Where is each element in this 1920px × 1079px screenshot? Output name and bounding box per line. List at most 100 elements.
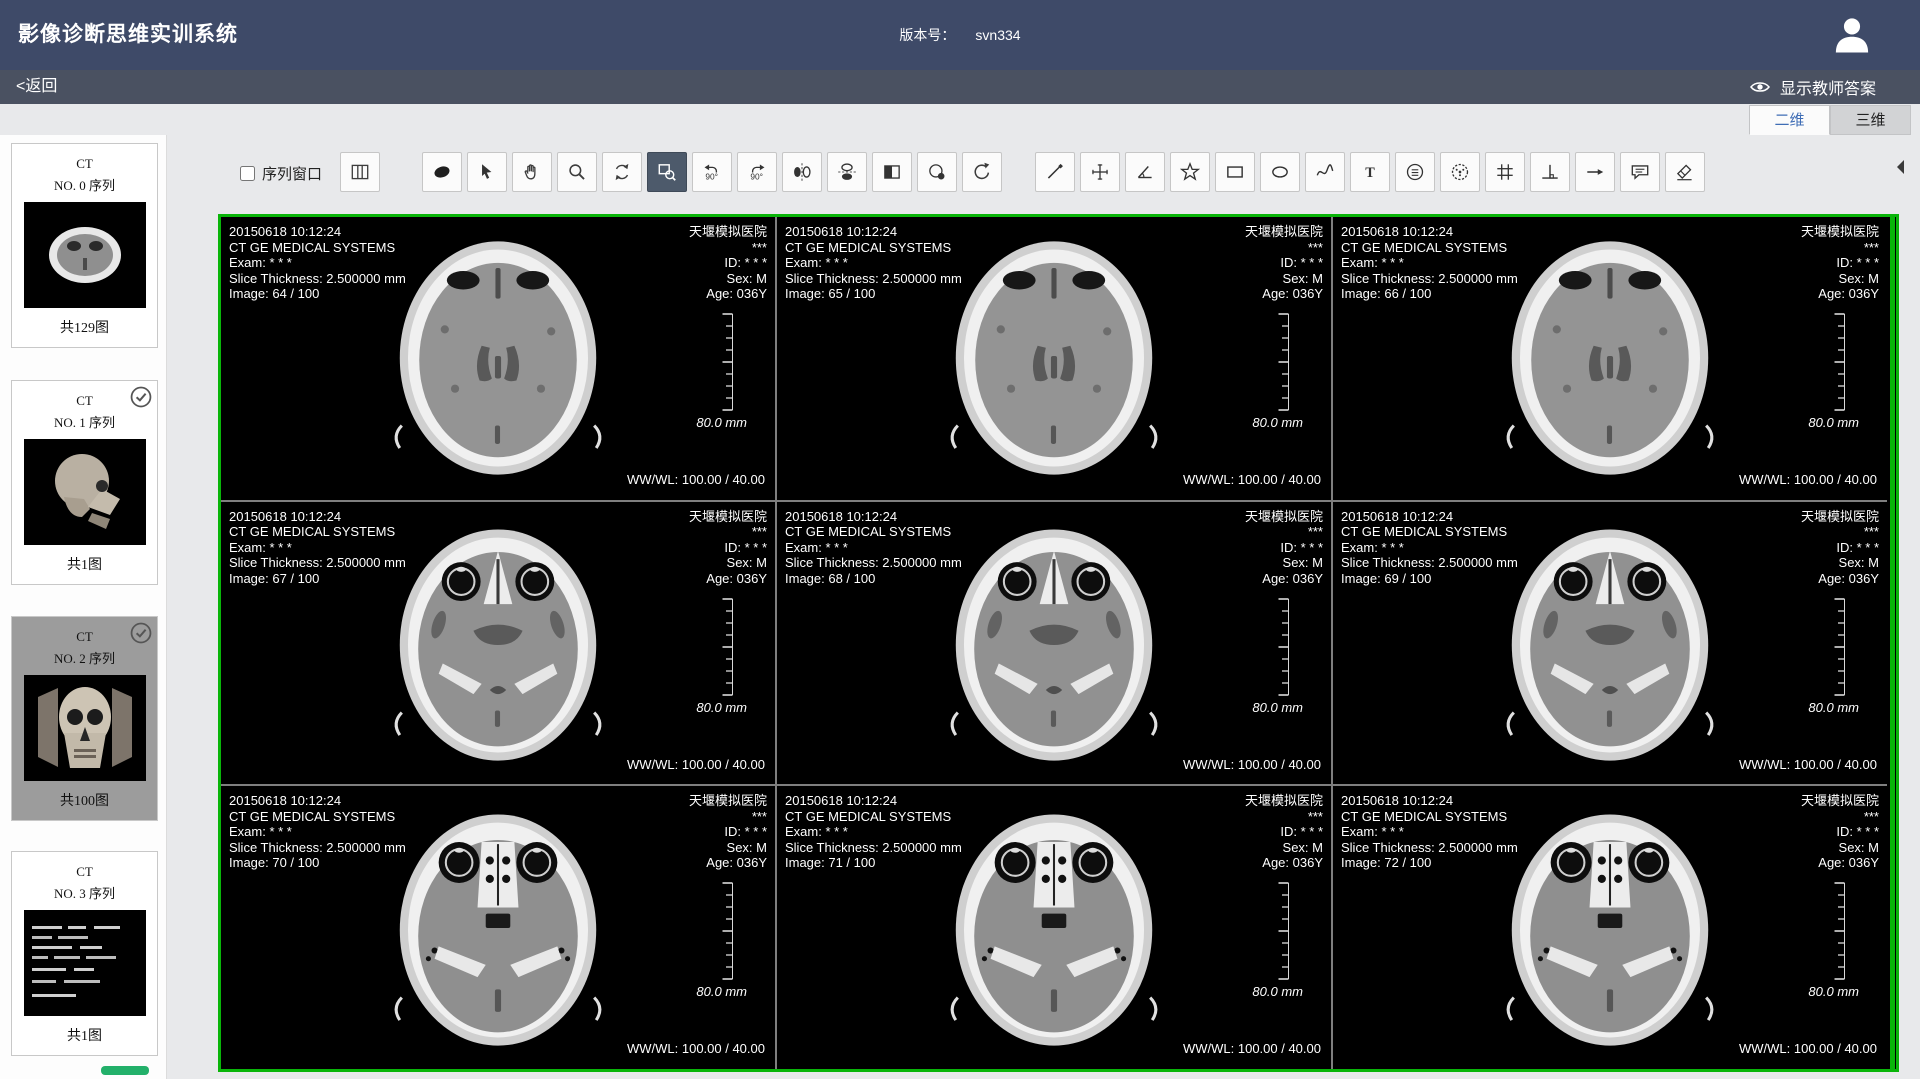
sidebar-scrollbar-thumb[interactable]: [101, 1066, 149, 1075]
series-card-1[interactable]: CT NO. 1 序列 共1图: [11, 380, 158, 585]
series-window-checkbox[interactable]: [240, 166, 255, 181]
reset-icon: [971, 161, 993, 183]
angle-tool-button[interactable]: [1125, 152, 1165, 192]
layout-tool-button[interactable]: [340, 152, 380, 192]
line-tool-button[interactable]: [1035, 152, 1075, 192]
viewer-cell-5[interactable]: 20150618 10:12:24 CT GE MEDICAL SYSTEMS …: [1333, 502, 1887, 785]
viewer-scrollbar[interactable]: [1890, 217, 1895, 1069]
overlay-age: Age: 036Y: [1801, 855, 1879, 871]
viewer-cell-3[interactable]: 20150618 10:12:24 CT GE MEDICAL SYSTEMS …: [221, 502, 775, 785]
flip-vertical-icon: [836, 161, 858, 183]
flip-horizontal-tool-button[interactable]: [782, 152, 822, 192]
overlay-hospital: 天堰模拟医院: [689, 793, 767, 809]
overlay-id: ID: * * *: [689, 824, 767, 840]
arrow-tool-button[interactable]: [1575, 152, 1615, 192]
grid-tool-button[interactable]: [1485, 152, 1525, 192]
perpendicular-icon: [1539, 161, 1561, 183]
overlay-datetime: 20150618 10:12:24: [1341, 793, 1518, 809]
show-teacher-answer-button[interactable]: 显示教师答案: [1748, 70, 1876, 104]
shutter-icon: [431, 161, 453, 183]
star-polygon-tool-button[interactable]: [1170, 152, 1210, 192]
viewer-cell-0[interactable]: 20150618 10:12:24 CT GE MEDICAL SYSTEMS …: [221, 217, 775, 500]
overlay-sex: Sex: M: [689, 840, 767, 856]
scale-ruler: [1831, 597, 1847, 697]
text-tool-button[interactable]: T: [1350, 152, 1390, 192]
curve-tool-button[interactable]: [1305, 152, 1345, 192]
overlay-hospital: 天堰模拟医院: [1245, 793, 1323, 809]
series-card-2[interactable]: CT NO. 2 序列 共100图: [11, 616, 158, 821]
circle-lines-icon: [1404, 161, 1426, 183]
scale-label: 80.0 mm: [1808, 984, 1859, 1000]
invert-tool-button[interactable]: [872, 152, 912, 192]
overlay-stars: ***: [1801, 524, 1879, 540]
scale-ruler: [1275, 881, 1291, 981]
viewer-cell-1[interactable]: 20150618 10:12:24 CT GE MEDICAL SYSTEMS …: [777, 217, 1331, 500]
overlay-device: CT GE MEDICAL SYSTEMS: [1341, 524, 1518, 540]
wwwl-label: WW/WL: 100.00 / 40.00: [1183, 757, 1321, 773]
circle-annotate-tool-button[interactable]: [1395, 152, 1435, 192]
dicom-overlay-left: 20150618 10:12:24 CT GE MEDICAL SYSTEMS …: [785, 224, 962, 302]
tab-2d[interactable]: 二维: [1749, 105, 1830, 135]
roi-zoom-tool-button[interactable]: [647, 152, 687, 192]
wwwl-label: WW/WL: 100.00 / 40.00: [1183, 1041, 1321, 1057]
overlay-stars: ***: [1245, 524, 1323, 540]
viewer-cell-6[interactable]: 20150618 10:12:24 CT GE MEDICAL SYSTEMS …: [221, 786, 775, 1069]
rotate-left-90-tool-button[interactable]: 90°: [692, 152, 732, 192]
point-marker-tool-button[interactable]: [1440, 152, 1480, 192]
user-avatar-button[interactable]: [1830, 14, 1874, 58]
dicom-overlay-left: 20150618 10:12:24 CT GE MEDICAL SYSTEMS …: [1341, 224, 1518, 302]
overlay-slice-thickness: Slice Thickness: 2.500000 mm: [229, 271, 406, 287]
shutter-tool-button[interactable]: [422, 152, 462, 192]
tab-3d[interactable]: 三维: [1830, 105, 1911, 135]
pseudo-color-icon: [926, 161, 948, 183]
overlay-stars: ***: [689, 240, 767, 256]
scale-label: 80.0 mm: [1808, 700, 1859, 716]
ct-image: [375, 795, 621, 1061]
overlay-stars: ***: [1245, 240, 1323, 256]
series-card-0[interactable]: CT NO. 0 序列 共129图: [11, 143, 158, 348]
collapse-panel-arrow[interactable]: [1894, 158, 1906, 181]
crosshair-tool-button[interactable]: [1080, 152, 1120, 192]
wwwl-label: WW/WL: 100.00 / 40.00: [1739, 757, 1877, 773]
overlay-stars: ***: [689, 809, 767, 825]
viewer-cell-8[interactable]: 20150618 10:12:24 CT GE MEDICAL SYSTEMS …: [1333, 786, 1887, 1069]
ellipse-tool-button[interactable]: [1260, 152, 1300, 192]
rotate-tool-button[interactable]: [602, 152, 642, 192]
select-tool-button[interactable]: [467, 152, 507, 192]
zoom-tool-button[interactable]: [557, 152, 597, 192]
overlay-hospital: 天堰模拟医院: [1801, 509, 1879, 525]
overlay-datetime: 20150618 10:12:24: [1341, 224, 1518, 240]
dicom-overlay-right: 天堰模拟医院 *** ID: * * * Sex: M Age: 036Y: [689, 509, 767, 587]
wwwl-label: WW/WL: 100.00 / 40.00: [627, 472, 765, 488]
overlay-image-number: Image: 70 / 100: [229, 855, 406, 871]
rotate-right-90-tool-button[interactable]: 90°: [737, 152, 777, 192]
overlay-hospital: 天堰模拟医院: [1245, 224, 1323, 240]
series-count: 共1图: [12, 554, 157, 574]
overlay-sex: Sex: M: [689, 271, 767, 287]
series-count: 共129图: [12, 317, 157, 337]
ct-image: [1487, 795, 1733, 1061]
series-card-3[interactable]: CT NO. 3 序列 共1图: [11, 851, 158, 1056]
eraser-tool-button[interactable]: [1665, 152, 1705, 192]
overlay-exam: Exam: * * *: [1341, 255, 1518, 271]
back-button[interactable]: <返回: [16, 70, 57, 104]
dicom-overlay-right: 天堰模拟医院 *** ID: * * * Sex: M Age: 036Y: [689, 224, 767, 302]
rotate-right-90-label: 90°: [750, 171, 763, 181]
rectangle-tool-button[interactable]: [1215, 152, 1255, 192]
overlay-age: Age: 036Y: [689, 286, 767, 302]
comment-tool-button[interactable]: [1620, 152, 1660, 192]
view-mode-tabs: 二维 三维: [1749, 105, 1911, 135]
viewer-cell-2[interactable]: 20150618 10:12:24 CT GE MEDICAL SYSTEMS …: [1333, 217, 1887, 500]
viewer-cell-7[interactable]: 20150618 10:12:24 CT GE MEDICAL SYSTEMS …: [777, 786, 1331, 1069]
pseudo-color-tool-button[interactable]: [917, 152, 957, 192]
dicom-overlay-right: 天堰模拟医院 *** ID: * * * Sex: M Age: 036Y: [689, 793, 767, 871]
pan-tool-button[interactable]: [512, 152, 552, 192]
reset-tool-button[interactable]: [962, 152, 1002, 192]
scale-label: 80.0 mm: [1252, 700, 1303, 716]
viewer-cell-4[interactable]: 20150618 10:12:24 CT GE MEDICAL SYSTEMS …: [777, 502, 1331, 785]
overlay-slice-thickness: Slice Thickness: 2.500000 mm: [229, 840, 406, 856]
wwwl-label: WW/WL: 100.00 / 40.00: [1739, 1041, 1877, 1057]
flip-vertical-tool-button[interactable]: [827, 152, 867, 192]
overlay-image-number: Image: 64 / 100: [229, 286, 406, 302]
perpendicular-tool-button[interactable]: [1530, 152, 1570, 192]
